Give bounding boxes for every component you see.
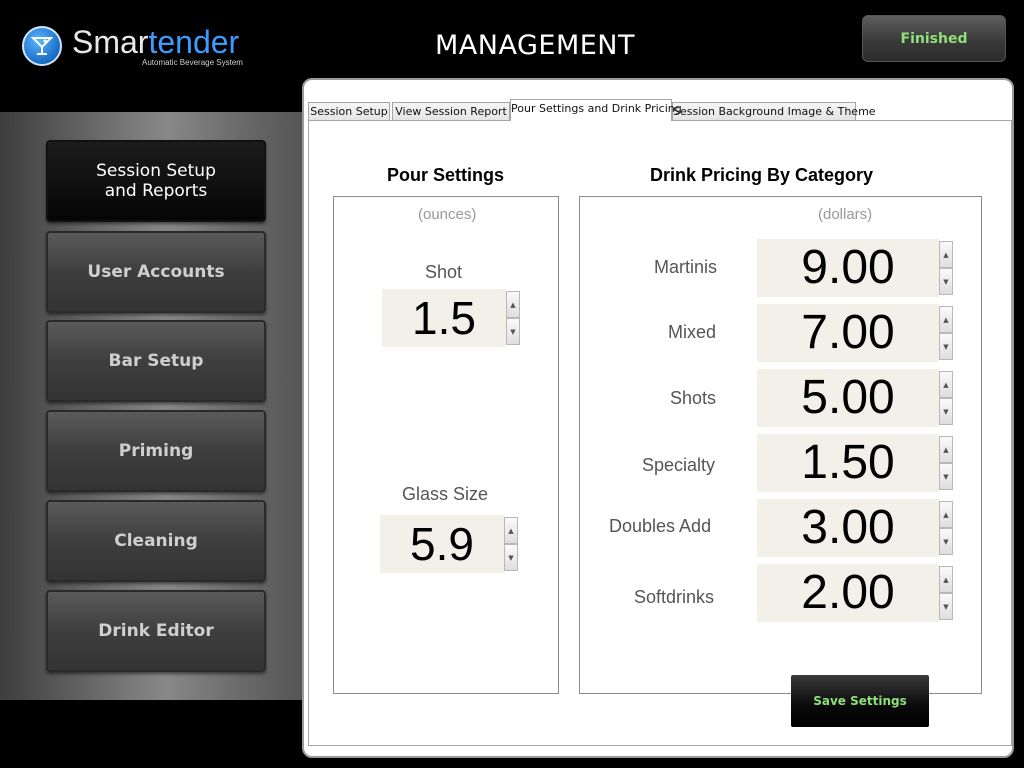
tab-page-pour-pricing: Pour Settings (ounces) Shot 1.5 ▲ ▼ Glas… (308, 120, 1012, 746)
martinis-price-input[interactable]: 9.00 (757, 239, 939, 297)
specialty-label: Specialty (642, 455, 716, 475)
shots-down-icon[interactable]: ▼ (939, 398, 953, 425)
finished-button[interactable]: Finished (862, 15, 1006, 62)
cocktail-glass-icon (22, 26, 62, 66)
doubles-add-price-input[interactable]: 3.00 (757, 499, 939, 557)
doubles-add-label: Doubles Add (609, 516, 712, 536)
save-settings-button[interactable]: Save Settings (791, 675, 929, 727)
softdrinks-label: Softdrinks (634, 587, 715, 607)
main-panel: Session Setup View Session Report Pour S… (302, 78, 1014, 758)
nav-drink-editor[interactable]: Drink Editor (46, 590, 266, 672)
softdrinks-up-icon[interactable]: ▲ (939, 566, 953, 593)
tab-session-background-theme[interactable]: Session Background Image & Theme (672, 102, 876, 120)
mixed-up-icon[interactable]: ▲ (939, 306, 953, 333)
softdrinks-price-input[interactable]: 2.00 (757, 564, 939, 622)
pour-settings-group: (ounces) Shot 1.5 ▲ ▼ Glass Size 5.9 ▲ ▼ (333, 196, 559, 694)
sidebar-nav: Session Setup and Reports User Accounts … (0, 112, 302, 700)
doubles-add-stepper: ▲ ▼ (939, 501, 953, 555)
pricing-unit-label: (dollars) (818, 206, 873, 223)
drink-pricing-title: Drink Pricing By Category (650, 165, 874, 185)
martinis-stepper: ▲ ▼ (939, 241, 953, 295)
smartender-logo: Smartender Automatic Beverage System (22, 24, 272, 70)
drink-pricing-group: (dollars) Martinis 9.00 ▲ ▼ Mixed 7.00 ▲… (579, 196, 982, 694)
glass-size-down-icon[interactable]: ▼ (504, 544, 518, 571)
doubles-add-down-icon[interactable]: ▼ (939, 528, 953, 555)
softdrinks-stepper: ▲ ▼ (939, 566, 953, 620)
shots-label: Shots (670, 388, 717, 408)
specialty-down-icon[interactable]: ▼ (939, 463, 953, 490)
mixed-price-input[interactable]: 7.00 (757, 304, 939, 362)
shot-value-input[interactable]: 1.5 (382, 289, 506, 347)
martinis-label: Martinis (654, 257, 718, 277)
nav-priming[interactable]: Priming (46, 410, 266, 492)
martinis-up-icon[interactable]: ▲ (939, 241, 953, 268)
shot-down-icon[interactable]: ▼ (506, 318, 520, 345)
shots-stepper: ▲ ▼ (939, 371, 953, 425)
shots-price-input[interactable]: 5.00 (757, 369, 939, 427)
mixed-down-icon[interactable]: ▼ (939, 333, 953, 360)
tab-session-setup[interactable]: Session Setup (308, 102, 390, 120)
shot-up-icon[interactable]: ▲ (506, 291, 520, 318)
pour-unit-label: (ounces) (418, 206, 477, 223)
pour-settings-title: Pour Settings (387, 165, 505, 185)
glass-size-up-icon[interactable]: ▲ (504, 517, 518, 544)
logo-tagline: Automatic Beverage System (142, 58, 243, 67)
tab-view-session-report[interactable]: View Session Report (392, 102, 510, 120)
nav-session-setup-reports[interactable]: Session Setup and Reports (46, 140, 266, 222)
mixed-stepper: ▲ ▼ (939, 306, 953, 360)
nav-item-label: Session Setup and Reports (96, 161, 216, 201)
mixed-label: Mixed (668, 322, 717, 342)
nav-cleaning[interactable]: Cleaning (46, 500, 266, 582)
shots-up-icon[interactable]: ▲ (939, 371, 953, 398)
specialty-up-icon[interactable]: ▲ (939, 436, 953, 463)
shot-stepper: ▲ ▼ (506, 291, 520, 345)
softdrinks-down-icon[interactable]: ▼ (939, 593, 953, 620)
specialty-stepper: ▲ ▼ (939, 436, 953, 490)
shot-label: Shot (425, 262, 463, 282)
tab-pour-settings-drink-pricing[interactable]: Pour Settings and Drink Pricing (510, 99, 682, 121)
page-title: MANAGEMENT (435, 30, 635, 61)
glass-size-value-input[interactable]: 5.9 (380, 515, 504, 573)
logo-wordmark: Smartender (72, 24, 240, 60)
doubles-add-up-icon[interactable]: ▲ (939, 501, 953, 528)
nav-bar-setup[interactable]: Bar Setup (46, 320, 266, 402)
martinis-down-icon[interactable]: ▼ (939, 268, 953, 295)
specialty-price-input[interactable]: 1.50 (757, 434, 939, 492)
nav-user-accounts[interactable]: User Accounts (46, 231, 266, 313)
glass-size-label: Glass Size (402, 484, 489, 504)
glass-size-stepper: ▲ ▼ (504, 517, 518, 571)
